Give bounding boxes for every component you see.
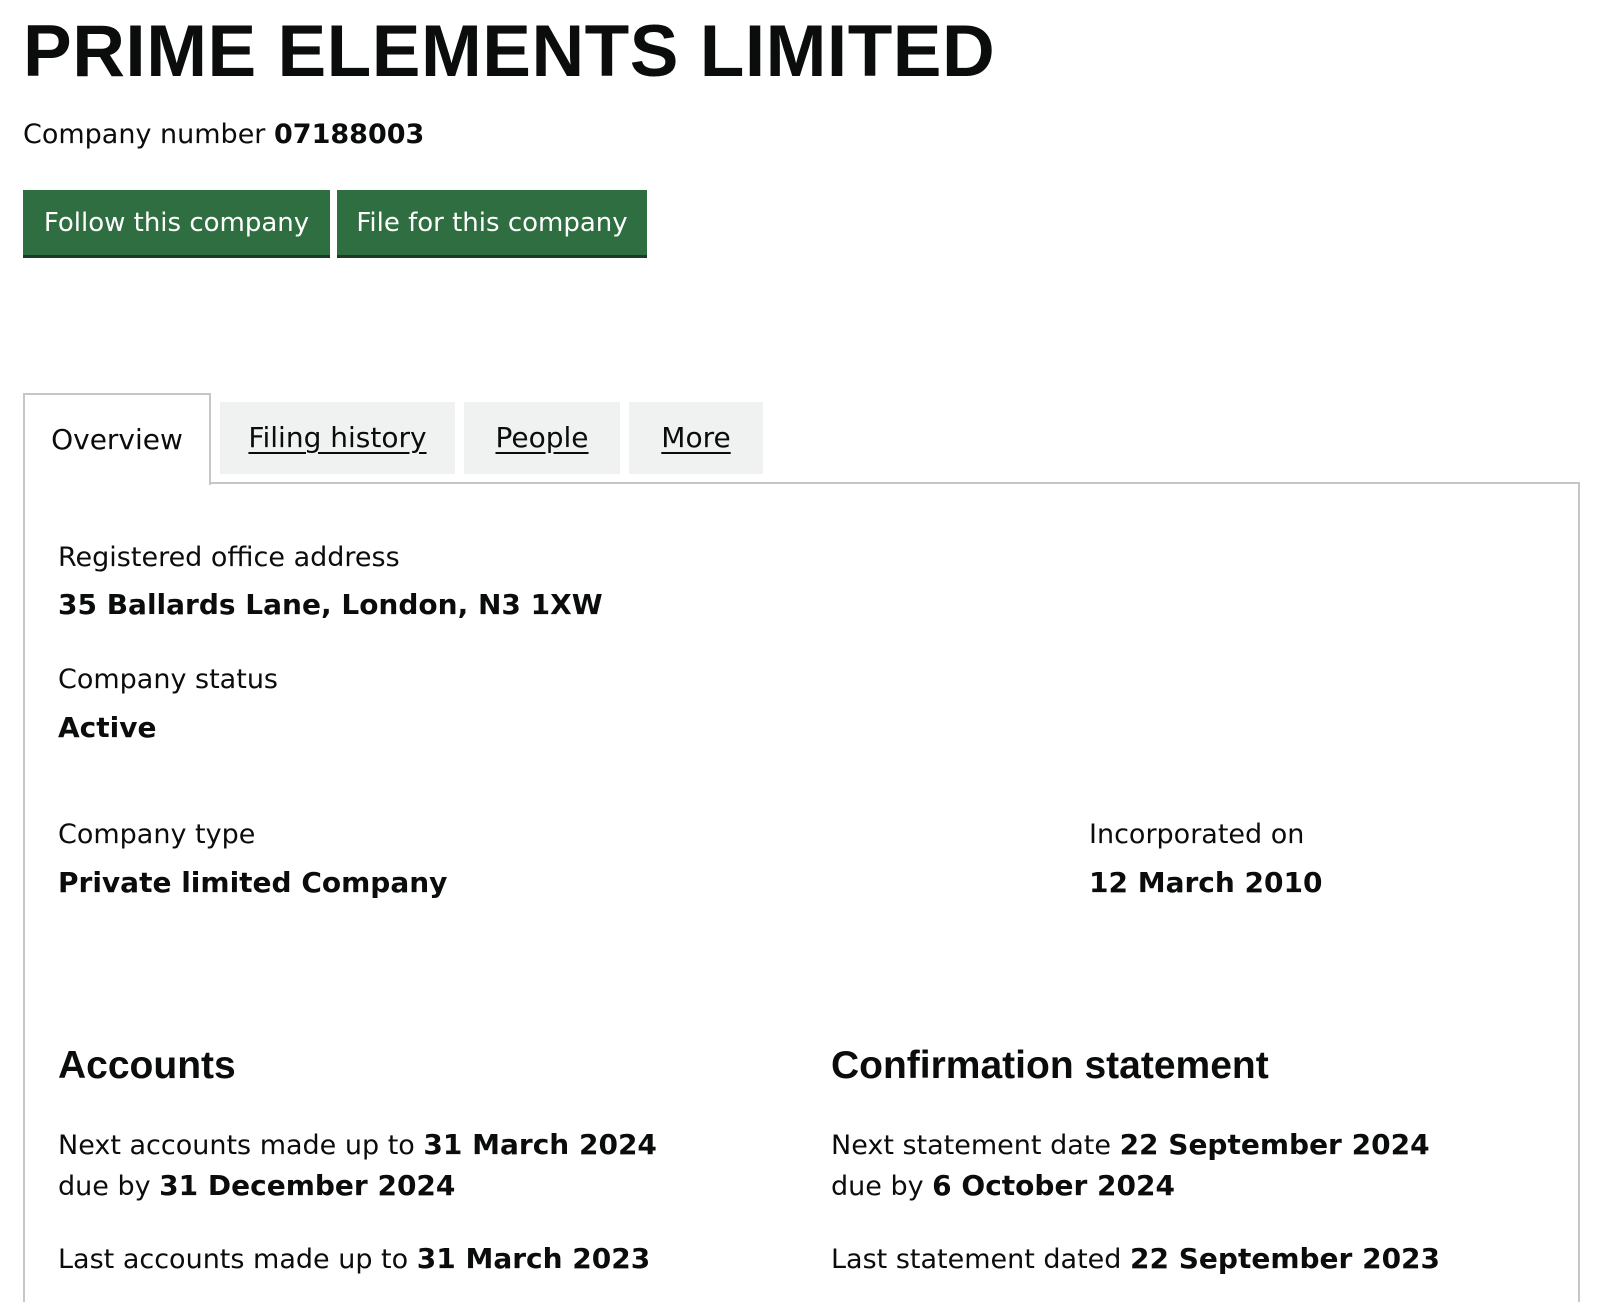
accounts-next-label: Next accounts made up to <box>58 1130 415 1161</box>
tab-more[interactable]: More <box>629 402 763 474</box>
company-type-label: Company type <box>58 819 256 850</box>
company-number-label: Company number <box>23 119 266 150</box>
accounts-due-date: 31 December 2024 <box>159 1169 456 1202</box>
company-status-label: Company status <box>58 664 278 695</box>
accounts-last-line: Last accounts made up to 31 March 2023 <box>58 1239 650 1280</box>
company-type-value: Private limited Company <box>58 866 448 899</box>
confirmation-due-label: due by <box>831 1171 924 1202</box>
accounts-heading: Accounts <box>58 1044 236 1087</box>
tab-overview-label: Overview <box>51 423 183 456</box>
accounts-last-date: 31 March 2023 <box>416 1242 651 1275</box>
confirmation-last-line: Last statement dated 22 September 2023 <box>831 1239 1440 1280</box>
company-status-value: Active <box>58 711 157 744</box>
confirmation-next-date: 22 September 2024 <box>1119 1128 1430 1161</box>
accounts-next-date: 31 March 2024 <box>423 1128 657 1161</box>
company-number: Company number 07188003 <box>23 117 424 153</box>
follow-company-button[interactable]: Follow this company <box>23 190 330 258</box>
tab-people-link[interactable]: People <box>495 421 588 454</box>
confirmation-due-date: 6 October 2024 <box>932 1169 1175 1202</box>
accounts-last-label: Last accounts made up to <box>58 1244 409 1275</box>
company-name: PRIME ELEMENTS LIMITED <box>23 11 996 92</box>
company-number-value: 07188003 <box>274 119 425 150</box>
registered-office-label: Registered office address <box>58 542 400 573</box>
confirmation-next-label: Next statement date <box>831 1130 1111 1161</box>
accounts-next-line: Next accounts made up to 31 March 2024 <box>58 1125 657 1166</box>
confirmation-last-label: Last statement dated <box>831 1244 1122 1275</box>
tab-filing-history[interactable]: Filing history <box>220 402 455 474</box>
accounts-due-line: due by 31 December 2024 <box>58 1166 455 1207</box>
registered-office-value: 35 Ballards Lane, London, N3 1XW <box>58 588 603 621</box>
accounts-due-label: due by <box>58 1171 151 1202</box>
incorporated-value: 12 March 2010 <box>1089 866 1323 899</box>
tab-filing-history-link[interactable]: Filing history <box>248 421 426 454</box>
tab-more-link[interactable]: More <box>661 421 730 454</box>
confirmation-heading: Confirmation statement <box>831 1044 1269 1087</box>
file-for-company-button[interactable]: File for this company <box>337 190 647 258</box>
confirmation-last-date: 22 September 2023 <box>1130 1242 1441 1275</box>
tab-people[interactable]: People <box>464 402 620 474</box>
confirmation-due-line: due by 6 October 2024 <box>831 1166 1175 1207</box>
tab-overview[interactable]: Overview <box>23 393 211 485</box>
confirmation-next-line: Next statement date 22 September 2024 <box>831 1125 1430 1166</box>
incorporated-label: Incorporated on <box>1089 819 1305 850</box>
